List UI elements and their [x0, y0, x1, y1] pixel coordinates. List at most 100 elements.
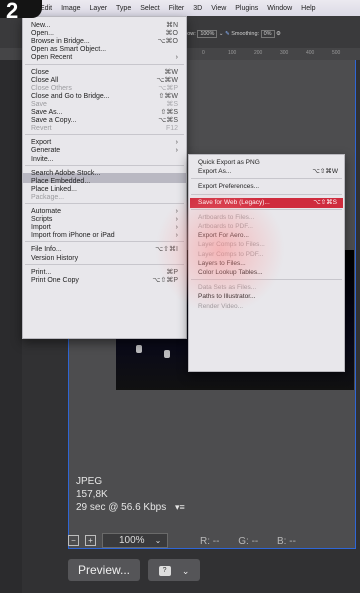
export-menu-item-label: Paths to Illustrator... [198, 293, 256, 301]
export-menu-item-label: Layer Comps to PDF... [198, 250, 264, 258]
file-menu: New... ⌘N Open... ⌘O Browse in Bridge... ⌥⌘O O… [22, 16, 187, 339]
menu-window[interactable]: Window [267, 5, 292, 12]
ruler-tick: 100 [228, 50, 237, 56]
browser-icon: ? [158, 565, 171, 576]
file-menu-item-label: Package... [31, 193, 65, 201]
export-menu-item-shortcut: ⌥⇧⌘S [313, 198, 337, 206]
options-controls: low: 100% ⌄ ✎ Smoothing: 0% ⚙ [186, 30, 281, 38]
export-menu-item-label: Artboards to Files... [198, 213, 255, 221]
export-menu-item-label: Export Preferences... [198, 183, 260, 191]
export-menu-item-label: Color Lookup Tables... [198, 269, 263, 276]
menu-separator [25, 63, 184, 65]
export-menu-item-label: Artboards to PDF... [198, 223, 253, 230]
export-menu-item[interactable]: Paths to Illustrator... [198, 292, 338, 301]
file-size-label: 157,8K [76, 489, 108, 500]
menu-bar: Edit Image Layer Type Select Filter 3D V… [0, 0, 360, 16]
file-menu-item[interactable]: Invite... [31, 155, 178, 164]
menu-separator [191, 208, 342, 210]
menu-separator [25, 263, 184, 265]
export-menu-item[interactable]: Color Lookup Tables... [198, 268, 338, 277]
file-menu-item: Package... [31, 193, 178, 202]
export-menu-item[interactable]: Export For Aero... [198, 231, 338, 240]
chevron-down-icon: ⌄ [181, 566, 190, 576]
file-menu-item-label: Open Recent [31, 54, 73, 62]
file-menu-item[interactable]: Print One Copy ⌥⇧⌘P [31, 276, 178, 285]
file-menu-item-label: Invite... [31, 155, 54, 163]
smoothing-label: Smoothing: [231, 31, 260, 37]
download-speed-label: 29 sec @ 56.6 Kbps ▾≡ [76, 502, 185, 513]
zoom-select-value: 100% [119, 535, 145, 546]
menu-select[interactable]: Select [140, 5, 159, 12]
ruler-tick: 200 [254, 50, 263, 56]
file-menu-item-shortcut: F12 [165, 125, 178, 133]
menu-separator [191, 193, 342, 195]
ruler-tick: 400 [306, 50, 315, 56]
export-menu-item-label: Export For Aero... [198, 232, 249, 240]
zoom-value[interactable]: 100% [197, 30, 218, 38]
menu-type[interactable]: Type [116, 5, 131, 12]
menu-plugins[interactable]: Plugins [235, 5, 258, 12]
export-menu-item: Artboards to PDF... [198, 222, 338, 231]
zoom-out-button[interactable]: − [68, 535, 79, 546]
chevron-down-icon: ⌄ [154, 536, 162, 545]
chevron-down-icon[interactable]: ⌄ [219, 31, 224, 37]
export-menu-item: Artboards to Files... [198, 213, 338, 222]
file-menu-item-shortcut: › [175, 54, 178, 62]
export-menu-item-shortcut: ⌥⇧⌘W [312, 168, 338, 176]
blue-readout: B: -- [277, 536, 296, 547]
menu-separator [25, 134, 184, 136]
export-menu-item[interactable]: Layers to Files... [198, 259, 338, 268]
menu-3d[interactable]: 3D [193, 5, 202, 12]
red-readout: R: -- [200, 536, 220, 547]
smoothing-value[interactable]: 0% [260, 30, 275, 38]
menu-filter[interactable]: Filter [169, 5, 185, 12]
menu-view[interactable]: View [211, 5, 226, 12]
ruler-tick: 500 [332, 50, 341, 56]
ruler-tick: 0 [202, 50, 205, 56]
save-for-web-menu-item[interactable]: Save for Web (Legacy)... ⌥⇧⌘S [190, 197, 343, 208]
color-readout: R: -- G: -- B: -- [200, 536, 296, 547]
browser-preview-button[interactable]: ? ⌄ [148, 559, 200, 581]
menu-separator [25, 164, 184, 166]
zoom-in-button[interactable]: + [85, 535, 96, 546]
download-speed-text: 29 sec @ 56.6 Kbps [76, 502, 167, 513]
format-label: JPEG [76, 476, 103, 487]
export-menu-item-label: Data Sets as Files... [198, 284, 257, 292]
export-menu-item[interactable]: Export As... ⌥⇧⌘W [198, 167, 338, 176]
export-menu-item-label: Quick Export as PNG [198, 159, 260, 166]
export-menu-item-label: Export As... [198, 168, 232, 176]
file-menu-item-label: Version History [31, 254, 79, 262]
speed-menu-icon[interactable]: ▾≡ [175, 502, 185, 512]
preview-button[interactable]: Preview... [68, 559, 140, 581]
file-menu-item[interactable]: Import from iPhone or iPad › [31, 231, 178, 240]
file-menu-item-shortcut: ⌥⇧⌘P [152, 276, 178, 284]
file-menu-item-shortcut: › [175, 232, 178, 240]
ruler-tick: 300 [280, 50, 289, 56]
menu-image[interactable]: Image [61, 5, 80, 12]
file-menu-item[interactable]: Version History [31, 254, 178, 263]
export-menu-item: Layer Comps to PDF... [198, 250, 338, 259]
file-menu-item-label: Print One Copy [31, 276, 79, 284]
zoom-prefix-label: low: [186, 31, 196, 37]
file-menu-item-label: Import from iPhone or iPad [31, 232, 115, 240]
menu-help[interactable]: Help [301, 5, 315, 12]
file-menu-item[interactable]: Open Recent › [31, 53, 178, 62]
menu-layer[interactable]: Layer [90, 5, 108, 12]
bottom-controls: − + 100% ⌄ [68, 533, 169, 548]
export-menu-item[interactable]: Export Preferences... [198, 182, 338, 191]
gear-icon[interactable]: ⚙ [276, 31, 281, 37]
file-menu-item: Revert F12 [31, 124, 178, 133]
brush-icon[interactable]: ✎ [225, 31, 230, 37]
export-menu-item: Render Video... [198, 302, 338, 311]
export-menu-item-label: Save for Web (Legacy)... [198, 198, 270, 206]
export-menu-item-label: Layers to Files... [198, 259, 246, 267]
export-menu-item: Layer Comps to Files... [198, 240, 338, 249]
export-menu-item: Data Sets as Files... [198, 283, 338, 292]
menu-separator [191, 178, 342, 180]
export-menu-item-label: Render Video... [198, 302, 244, 310]
export-menu-item-label: Layer Comps to Files... [198, 241, 265, 249]
menu-separator [25, 241, 184, 243]
zoom-select[interactable]: 100% ⌄ [102, 533, 169, 548]
export-menu-item[interactable]: Quick Export as PNG [198, 158, 338, 167]
step-badge: 2 [0, 0, 42, 18]
